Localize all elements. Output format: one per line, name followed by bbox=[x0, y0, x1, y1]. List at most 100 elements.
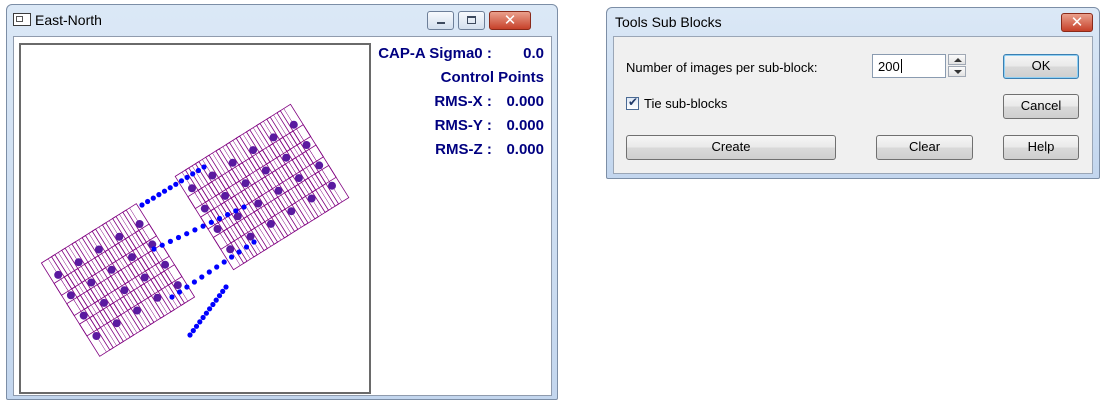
connecting-tie-point bbox=[216, 215, 223, 222]
connecting-tie-point bbox=[167, 238, 173, 244]
right-block-tie-point bbox=[282, 153, 291, 162]
connecting-tie-point bbox=[221, 259, 227, 265]
connecting-tie-point bbox=[151, 246, 157, 252]
connecting-tie-point bbox=[236, 249, 242, 255]
right-block-tie-point bbox=[208, 171, 217, 180]
cancel-button[interactable]: Cancel bbox=[1003, 94, 1079, 119]
left-block-tie-point bbox=[173, 281, 182, 290]
connecting-tie-point bbox=[159, 242, 165, 248]
connecting-tie-point bbox=[190, 328, 196, 334]
connecting-tie-point bbox=[161, 188, 168, 194]
left-block-tie-point bbox=[135, 220, 144, 228]
connecting-tie-point bbox=[156, 192, 162, 198]
control-points-heading: Control Points bbox=[441, 69, 544, 86]
connecting-tie-point bbox=[233, 208, 239, 214]
rms-y-row: RMS-Y : 0.000 bbox=[435, 117, 544, 134]
connecting-tie-point bbox=[216, 293, 223, 299]
left-block-tie-point bbox=[128, 253, 136, 262]
right-block-tie-point bbox=[266, 219, 275, 228]
dialog-body: Number of images per sub-block: 200 ✔ Ti… bbox=[613, 36, 1093, 174]
connecting-tie-point bbox=[210, 301, 216, 308]
spinner-down-button[interactable] bbox=[948, 66, 966, 77]
left-block-tie-point bbox=[87, 278, 96, 287]
right-block-tie-point bbox=[241, 179, 250, 188]
connecting-tie-point bbox=[184, 231, 190, 237]
close-button[interactable]: ✕ bbox=[489, 11, 531, 30]
right-block-tie-point bbox=[213, 225, 222, 233]
right-block-tie-point bbox=[226, 245, 235, 254]
images-spinner[interactable] bbox=[948, 54, 966, 78]
connecting-tie-point bbox=[192, 227, 198, 233]
create-button[interactable]: Create bbox=[626, 135, 836, 160]
left-block-tie-point bbox=[153, 293, 162, 302]
connecting-tie-point bbox=[195, 167, 201, 174]
east-north-titlebar[interactable]: East-North ✕ bbox=[7, 5, 557, 35]
rms-z-value: 0.000 bbox=[506, 141, 544, 158]
right-block-tie-point bbox=[249, 146, 258, 155]
connecting-tie-point bbox=[187, 332, 193, 338]
connecting-tie-point bbox=[184, 284, 190, 290]
clear-button[interactable]: Clear bbox=[876, 135, 973, 160]
spinner-up-button[interactable] bbox=[948, 54, 966, 65]
rms-x-row: RMS-X : 0.000 bbox=[434, 93, 544, 110]
block-plot[interactable] bbox=[14, 37, 374, 395]
control-points-label: Control Points bbox=[440, 69, 544, 86]
connecting-tie-point bbox=[191, 279, 197, 285]
connecting-tie-point bbox=[203, 310, 209, 316]
connecting-tie-point bbox=[190, 171, 196, 177]
text-caret bbox=[900, 59, 902, 73]
arrow-down-icon bbox=[954, 70, 962, 74]
connecting-tie-point bbox=[175, 234, 182, 241]
maximize-icon bbox=[467, 16, 476, 24]
connecting-tie-point bbox=[173, 181, 179, 187]
east-north-window: East-North ✕ CAP-A Sigma0 : 0.0 Control … bbox=[6, 4, 558, 400]
rms-y-value: 0.000 bbox=[506, 117, 544, 134]
sigma-value: 0.0 bbox=[523, 45, 544, 62]
dialog-title: Tools Sub Blocks bbox=[615, 14, 722, 30]
right-block-tie-point bbox=[328, 181, 336, 190]
right-block-tie-point bbox=[233, 212, 242, 221]
left-block-tie-point bbox=[107, 265, 116, 274]
connecting-tie-point bbox=[241, 204, 247, 210]
tools-sub-blocks-dialog: Tools Sub Blocks ✕ Number of images per … bbox=[606, 7, 1100, 179]
left-block-tie-point bbox=[120, 286, 129, 295]
minimize-button[interactable] bbox=[427, 11, 454, 30]
connecting-tie-point bbox=[214, 264, 220, 270]
checkmark-icon: ✔ bbox=[628, 95, 639, 109]
left-block-tie-point bbox=[79, 311, 88, 320]
left-block-tie-point bbox=[133, 306, 142, 315]
close-icon: ✕ bbox=[1070, 13, 1084, 31]
right-block-tie-point bbox=[307, 194, 316, 203]
window-app-icon bbox=[13, 13, 31, 26]
right-block-tie-point bbox=[261, 166, 270, 175]
ok-button[interactable]: OK bbox=[1003, 54, 1079, 79]
arrow-up-icon bbox=[954, 58, 962, 62]
tie-sub-blocks-checkbox[interactable]: ✔ bbox=[626, 95, 639, 110]
images-per-sub-block-value: 200 bbox=[878, 59, 900, 74]
connecting-tie-point bbox=[207, 306, 213, 312]
images-per-sub-block-input[interactable]: 200 bbox=[872, 54, 946, 78]
connecting-tie-point bbox=[223, 284, 229, 290]
right-block-tie-point bbox=[221, 191, 230, 200]
connecting-tie-point bbox=[199, 274, 205, 280]
rms-x-value: 0.000 bbox=[506, 93, 544, 110]
connecting-tie-point bbox=[200, 314, 206, 321]
right-block-tie-point bbox=[287, 207, 296, 216]
right-block-tie-point bbox=[246, 232, 255, 241]
left-block-tie-point bbox=[140, 273, 149, 282]
dialog-close-button[interactable]: ✕ bbox=[1061, 13, 1093, 32]
rms-z-row: RMS-Z : 0.000 bbox=[435, 141, 544, 158]
images-per-sub-block-label: Number of images per sub-block: bbox=[626, 60, 818, 75]
maximize-button[interactable] bbox=[458, 11, 485, 30]
connecting-tie-point bbox=[208, 219, 214, 225]
left-block-tie-point bbox=[54, 270, 63, 279]
left-block-tie-point bbox=[66, 291, 75, 300]
right-block-tie-point bbox=[228, 158, 237, 167]
left-block-tie-point bbox=[161, 260, 170, 269]
east-north-view[interactable]: CAP-A Sigma0 : 0.0 Control Points RMS-X … bbox=[13, 36, 552, 396]
connecting-tie-point bbox=[251, 239, 257, 245]
right-block-tie-point bbox=[274, 186, 283, 195]
tie-sub-blocks-label[interactable]: Tie sub-blocks bbox=[644, 96, 727, 111]
help-button[interactable]: Help bbox=[1003, 135, 1079, 160]
connecting-tie-point bbox=[220, 288, 226, 294]
